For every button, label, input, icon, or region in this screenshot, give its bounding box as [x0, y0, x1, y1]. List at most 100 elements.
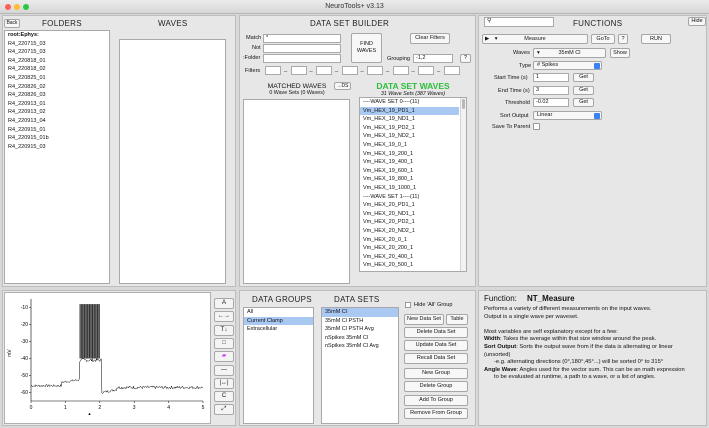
goto-button[interactable]: GoTo [591, 34, 615, 44]
threshold-get-button[interactable]: Get [573, 98, 594, 107]
waves-list[interactable] [119, 39, 226, 284]
filter-input[interactable] [341, 66, 358, 75]
folder-item[interactable]: R4_220913_02 [5, 108, 109, 117]
type-select[interactable]: # Spikes [533, 61, 602, 70]
folder-item[interactable]: R4_220915_03 [5, 143, 109, 152]
autoscale-tool[interactable]: A [214, 298, 234, 309]
back-button[interactable]: Back [4, 19, 20, 28]
expand-tool[interactable]: ⤢ [214, 404, 234, 416]
wave-item[interactable]: Vm_HEX_19_ND2_1 [360, 132, 459, 141]
sets-list[interactable]: 35mM Cl 35mM Cl PSTH 35mM Cl PSTH Avg nSpik… [321, 307, 399, 424]
wave-item[interactable]: Vm_HEX_20_200_1 [360, 244, 459, 253]
wave-item[interactable]: Vm_HEX_20_500_1 [360, 261, 459, 270]
new-data-set-button[interactable]: New Data Set [404, 314, 444, 325]
minimize-icon[interactable] [14, 4, 20, 10]
wave-item[interactable]: Vm_HEX_19_200_1 [360, 150, 459, 159]
clear-filters-button[interactable]: Clear Filters [410, 33, 450, 44]
filter-input[interactable] [367, 66, 383, 75]
dsw-scrollbar[interactable] [460, 98, 466, 271]
sort-select[interactable]: Linear [533, 111, 602, 120]
recall-data-set-button[interactable]: Recall Data Set [404, 353, 468, 364]
wave-item[interactable]: Vm_HEX_20_PD1_1 [360, 201, 459, 210]
wave-item[interactable]: Vm_HEX_19_PD2_1 [360, 124, 459, 133]
data-set-item[interactable]: nSpikes 35mM Cl Avg [322, 342, 398, 351]
to-data-set-button[interactable]: →DS [334, 82, 351, 90]
waves-select[interactable]: ▾ 35mM Cl [533, 48, 606, 58]
color-tool[interactable]: ▰ [214, 351, 234, 363]
data-set-item[interactable]: 35mM Cl PSTH Avg [322, 325, 398, 334]
function-help-button[interactable]: ? [618, 34, 628, 44]
show-button[interactable]: Show [610, 48, 630, 58]
folder-item[interactable]: R4_220913_04 [5, 117, 109, 126]
wave-item[interactable]: Vm_HEX_19_400_1 [360, 158, 459, 167]
wave-item[interactable]: Vm_HEX_20_400_1 [360, 253, 459, 262]
end-get-button[interactable]: Get [573, 86, 594, 95]
start-input[interactable]: 1 [533, 73, 569, 82]
grouping-help-button[interactable]: ? [460, 54, 471, 63]
dsw-list[interactable]: ----WAVE SET 0----(11) Vm_HEX_19_PD1_1 Vm_… [359, 97, 467, 272]
folder-item[interactable]: R4_220915_01b [5, 134, 109, 143]
matched-waves-list[interactable] [243, 99, 350, 284]
filter-input[interactable] [265, 66, 281, 75]
wave-item[interactable]: ----WAVE SET 0----(11) [360, 98, 459, 107]
wave-item[interactable]: Vm_HEX_20_PD2_1 [360, 218, 459, 227]
wave-item[interactable]: Vm_HEX_20_ND1_1 [360, 210, 459, 219]
folder-item[interactable]: R4_220826_02 [5, 83, 109, 92]
wave-item[interactable]: Vm_HEX_19_1000_1 [360, 184, 459, 193]
data-set-item[interactable]: nSpikes 35mM Cl [322, 334, 398, 343]
folder-item[interactable]: R4_220825_01 [5, 74, 109, 83]
end-input[interactable]: 3 [533, 86, 569, 95]
cursor-tool[interactable]: C [214, 391, 234, 403]
remove-from-group-button[interactable]: Remove From Group [404, 408, 468, 419]
wave-item[interactable]: Vm_HEX_20_ND2_1 [360, 227, 459, 236]
box-tool[interactable]: □ [214, 337, 234, 349]
folder-item[interactable]: R4_220715_03 [5, 48, 109, 57]
filter-input[interactable] [443, 66, 460, 75]
folder-item[interactable]: R4_220826_03 [5, 91, 109, 100]
filter-input[interactable] [418, 66, 434, 75]
groups-list[interactable]: All Current Clamp Extracellular [243, 307, 314, 424]
delete-data-set-button[interactable]: Delete Data Set [404, 327, 468, 338]
filter-input[interactable] [392, 66, 409, 75]
wave-item[interactable]: Vm_HEX_19_PD1_1 [360, 106, 459, 116]
match-input[interactable]: * [263, 34, 341, 43]
folder-item[interactable]: R4_220913_01 [5, 100, 109, 109]
folder-input[interactable] [263, 54, 341, 63]
line-tool[interactable]: — [214, 364, 234, 376]
group-item[interactable]: Extracellular [244, 325, 313, 334]
close-icon[interactable] [5, 4, 11, 10]
zoom-icon[interactable] [23, 4, 29, 10]
toggle-tool[interactable]: T↓ [214, 324, 234, 336]
folder-item[interactable]: R4_220818_02 [5, 65, 109, 74]
data-set-item[interactable]: 35mM Cl [322, 308, 398, 317]
fit-x-tool[interactable]: ←→ [214, 311, 234, 323]
group-item[interactable]: All [244, 308, 313, 317]
threshold-input[interactable]: -0.02 [533, 98, 569, 107]
wave-item[interactable]: Vm_HEX_19_600_1 [360, 167, 459, 176]
function-search-input[interactable]: ⚲ [484, 17, 554, 27]
data-set-item[interactable]: 35mM Cl PSTH [322, 317, 398, 326]
folders-list[interactable]: root:Ephys: R4_220715_03 R4_220715_03 R4_2… [4, 30, 110, 284]
wave-item[interactable]: Vm_HEX_19_800_1 [360, 175, 459, 184]
range-tool[interactable]: |↔| [214, 377, 234, 389]
not-input[interactable] [263, 44, 341, 53]
folder-item[interactable]: R4_220915_01 [5, 126, 109, 135]
delete-group-button[interactable]: Delete Group [404, 381, 468, 392]
filter-input[interactable] [290, 66, 307, 75]
start-get-button[interactable]: Get [573, 73, 594, 82]
run-button[interactable]: RUN [641, 34, 671, 44]
plot-area[interactable]: 0 1 2 3 4 5 -10 -20 -30 -40 -50 -60 mV ▲ [4, 292, 211, 424]
new-group-button[interactable]: New Group [404, 368, 468, 379]
table-button[interactable]: Table [446, 314, 468, 325]
save-to-parent-checkbox[interactable] [533, 123, 540, 130]
group-item[interactable]: Current Clamp [244, 316, 313, 326]
find-waves-button[interactable]: FIND WAVES [351, 33, 382, 63]
wave-item[interactable]: Vm_HEX_20_0_1 [360, 236, 459, 245]
folder-item[interactable]: R4_220715_03 [5, 40, 109, 49]
hide-all-checkbox[interactable] [405, 302, 411, 308]
folder-item[interactable]: R4_220818_01 [5, 57, 109, 66]
dsw-scroll-thumb[interactable] [462, 99, 465, 109]
hide-button[interactable]: Hide [688, 17, 706, 26]
function-select[interactable]: ▶ ▾ Measure [482, 34, 588, 44]
filter-input[interactable] [316, 66, 332, 75]
